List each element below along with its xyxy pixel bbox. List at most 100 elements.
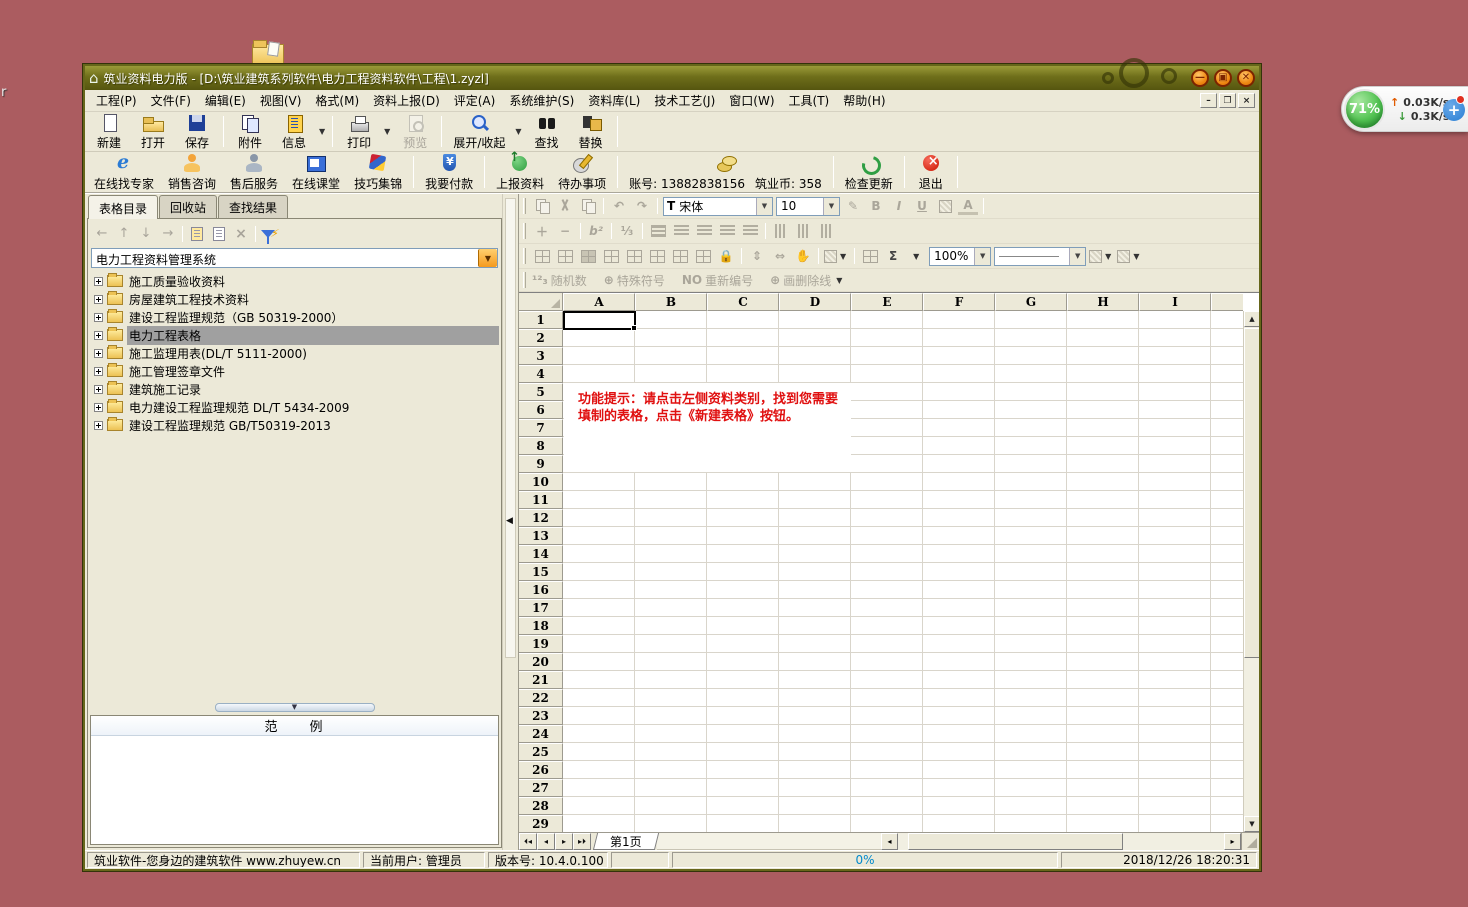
toolbar-upload-button[interactable]: 上报资料 — [489, 153, 551, 191]
paste-button[interactable] — [578, 197, 598, 215]
superscript-button[interactable]: b² — [586, 222, 606, 240]
row-header-11[interactable]: 11 — [519, 491, 563, 509]
column-header-F[interactable]: F — [923, 293, 995, 311]
row-header-25[interactable]: 25 — [519, 743, 563, 761]
toolbar-find-button[interactable]: 查找 — [525, 111, 569, 153]
resize-corner[interactable] — [1241, 833, 1259, 850]
split-v-button[interactable] — [624, 247, 644, 265]
copy-tree-button[interactable] — [209, 224, 229, 244]
expand-plus-icon[interactable] — [94, 367, 103, 376]
menu-item-10[interactable]: 窗口(W) — [722, 90, 781, 111]
row-header-12[interactable]: 12 — [519, 509, 563, 527]
toolbar-print-button[interactable]: 打印 — [337, 111, 381, 153]
delete-node-button[interactable]: × — [231, 224, 251, 244]
insert-row-button[interactable]: ＋ — [532, 222, 552, 240]
toolbar-tips-button[interactable]: 技巧集锦 — [347, 153, 409, 191]
cut-button[interactable] — [555, 197, 575, 215]
column-header-G[interactable]: G — [995, 293, 1067, 311]
row-header-7[interactable]: 7 — [519, 419, 563, 437]
row-header-15[interactable]: 15 — [519, 563, 563, 581]
close-button[interactable]: ✕ — [1237, 69, 1255, 87]
align-right-button[interactable] — [717, 222, 737, 240]
row-header-9[interactable]: 9 — [519, 455, 563, 473]
misc-tool-3-button[interactable]: ⊕画删除线▼ — [770, 272, 845, 289]
bold-button[interactable]: B — [866, 197, 886, 215]
menu-item-5[interactable]: 资料上报(D) — [366, 90, 447, 111]
split-cells-button[interactable] — [555, 247, 575, 265]
column-header-A[interactable]: A — [563, 293, 635, 311]
move-left-button[interactable]: ← — [92, 224, 112, 244]
col-width-button[interactable]: ⇔ — [770, 247, 790, 265]
horizontal-scrollbar[interactable]: ◂ ▸ — [881, 833, 1241, 850]
vertical-text1-button[interactable] — [771, 222, 791, 240]
paste-tree-button[interactable] — [187, 224, 207, 244]
chevron-down-icon[interactable]: ▼ — [1102, 252, 1114, 261]
toolbar-new-button[interactable]: 新建 — [87, 111, 131, 153]
mdi-restore-button[interactable]: ❐ — [1219, 93, 1236, 108]
row-header-14[interactable]: 14 — [519, 545, 563, 563]
row-header-6[interactable]: 6 — [519, 401, 563, 419]
sum-button[interactable]: Σ — [883, 247, 903, 265]
auto-fit-button[interactable]: ✋ — [793, 247, 813, 265]
sheet-tab[interactable]: 第1页 — [593, 833, 659, 850]
chevron-down-icon[interactable]: ▼ — [837, 252, 849, 261]
shade-cells-button[interactable] — [693, 247, 713, 265]
restore-button[interactable]: ▣ — [1214, 69, 1232, 87]
row-header-29[interactable]: 29 — [519, 815, 563, 832]
minimize-button[interactable]: — — [1191, 69, 1209, 87]
toolbar-pay-button[interactable]: 我要付款 — [418, 153, 480, 191]
row-header-22[interactable]: 22 — [519, 689, 563, 707]
catalog-select[interactable]: 电力工程资料管理系统 ▼ — [91, 248, 498, 268]
scroll-right-button[interactable]: ▸ — [1224, 833, 1241, 850]
undo-button[interactable]: ↶ — [609, 197, 629, 215]
misc-tool-2-button[interactable]: NO重新编号 — [682, 272, 753, 289]
menu-item-8[interactable]: 资料库(L) — [581, 90, 647, 111]
menu-item-7[interactable]: 系统维护(S) — [502, 90, 581, 111]
border-color-button[interactable]: ▼ — [1089, 247, 1114, 265]
tree-item-3[interactable]: 电力工程表格 — [90, 326, 499, 344]
collapse-left-icon[interactable]: ◀ — [506, 516, 513, 526]
tree-item-2[interactable]: 建设工程监理规范（GB 50319-2000） — [90, 308, 499, 326]
first-sheet-button[interactable]: ⏴◂ — [519, 833, 537, 850]
menu-item-2[interactable]: 编辑(E) — [198, 90, 253, 111]
horizontal-scroll-thumb[interactable] — [908, 833, 1123, 850]
row-header-8[interactable]: 8 — [519, 437, 563, 455]
row-header-27[interactable]: 27 — [519, 779, 563, 797]
column-header-D[interactable]: D — [779, 293, 851, 311]
toolbar-coins-button[interactable]: 账号: 13882838156筑业币: 358 — [622, 153, 829, 191]
mdi-close-button[interactable]: × — [1238, 93, 1255, 108]
row-header-4[interactable]: 4 — [519, 365, 563, 383]
row-header-3[interactable]: 3 — [519, 347, 563, 365]
font-size-select[interactable]: 10 ▼ — [776, 197, 840, 216]
vertical-scroll-thumb[interactable] — [1244, 328, 1259, 658]
zoom-select[interactable]: 100% ▼ — [929, 247, 991, 266]
row-header-13[interactable]: 13 — [519, 527, 563, 545]
row-header-23[interactable]: 23 — [519, 707, 563, 725]
menu-item-3[interactable]: 视图(V) — [253, 90, 309, 111]
row-header-18[interactable]: 18 — [519, 617, 563, 635]
row-header-5[interactable]: 5 — [519, 383, 563, 401]
menu-item-4[interactable]: 格式(M) — [308, 90, 366, 111]
panel-splitter[interactable]: ◀ — [502, 194, 518, 850]
toolbar-save-button[interactable]: 保存 — [175, 111, 219, 153]
chevron-down-icon[interactable]: ▼ — [381, 127, 393, 136]
align-distribute-button[interactable] — [740, 222, 760, 240]
expand-plus-icon[interactable] — [94, 421, 103, 430]
column-header-B[interactable]: B — [635, 293, 707, 311]
row-header-19[interactable]: 19 — [519, 635, 563, 653]
chevron-down-icon[interactable]: ▼ — [910, 252, 922, 261]
menu-item-1[interactable]: 文件(F) — [144, 90, 198, 111]
font-size-arrow[interactable]: ▼ — [823, 198, 839, 215]
toolbar-info-button[interactable]: 信息 — [272, 111, 316, 153]
sum-dropdown[interactable]: ▼ — [906, 247, 926, 265]
row-header-20[interactable]: 20 — [519, 653, 563, 671]
scroll-down-button[interactable]: ▼ — [1244, 816, 1259, 832]
toolbar-person-g-button[interactable]: 售后服务 — [223, 153, 285, 191]
row-height-button[interactable]: ⇕ — [747, 247, 767, 265]
vertical-scrollbar[interactable]: ▲ ▼ — [1243, 311, 1259, 832]
expand-plus-icon[interactable] — [94, 349, 103, 358]
move-down-button[interactable]: ↓ — [136, 224, 156, 244]
row-header-2[interactable]: 2 — [519, 329, 563, 347]
font-color-button[interactable]: A — [958, 197, 978, 215]
row-header-28[interactable]: 28 — [519, 797, 563, 815]
